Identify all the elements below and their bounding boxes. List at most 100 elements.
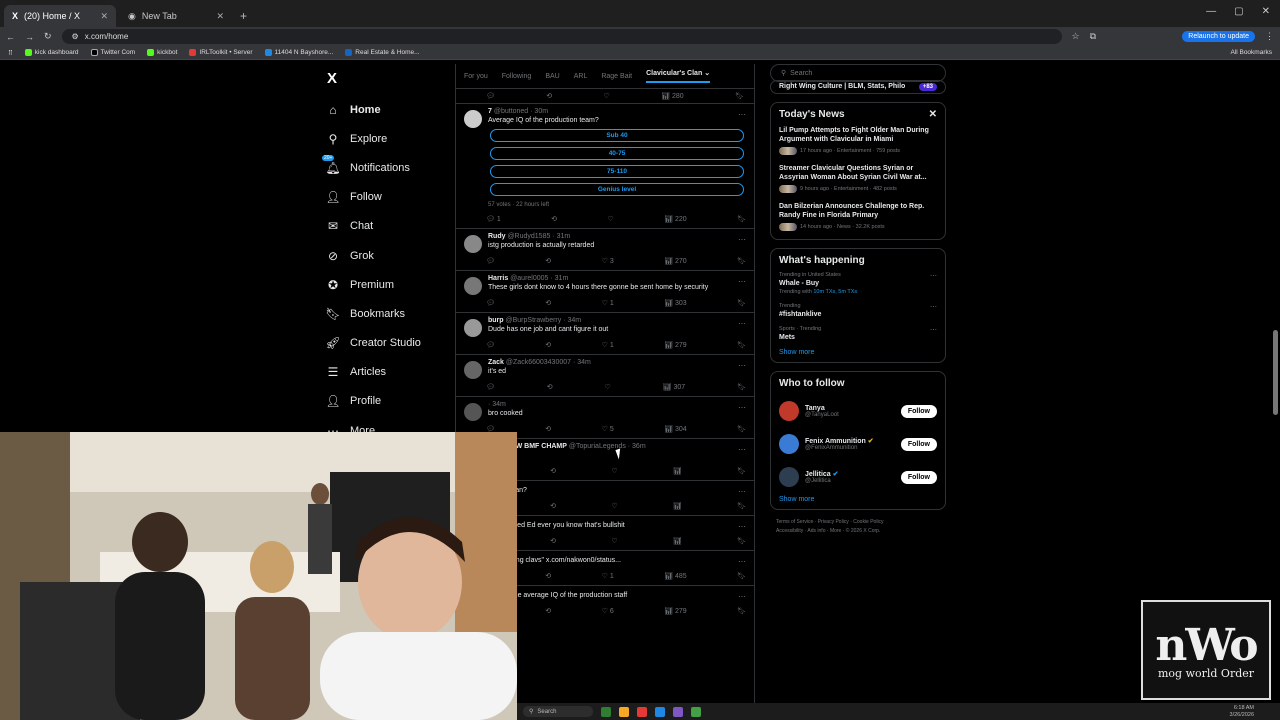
- views-count[interactable]: 📊︎ 303: [664, 299, 687, 307]
- trend-item[interactable]: Trending #fishtanklive ⋯: [779, 303, 937, 318]
- views-count[interactable]: 📊︎: [673, 467, 682, 475]
- more-icon[interactable]: ⋯: [738, 235, 746, 244]
- sidebar-item-grok[interactable]: ⊘ Grok: [320, 241, 450, 270]
- avatar[interactable]: [464, 235, 482, 253]
- tab-clavicular-clan[interactable]: Clavicular's Clan ⌄: [646, 69, 711, 83]
- bookmark-item[interactable]: kickbot: [147, 48, 177, 56]
- bookmark-icon[interactable]: 🔖︎: [737, 467, 746, 475]
- author-handle[interactable]: @Rudyd1585 · 31m: [507, 233, 570, 240]
- footer-link[interactable]: Terms of Service: [776, 519, 813, 525]
- bookmark-item[interactable]: Real Estate & Home...: [345, 48, 420, 56]
- sidebar-item-chat[interactable]: ✉ Chat: [320, 212, 450, 241]
- apps-icon[interactable]: ⠿: [8, 49, 13, 57]
- close-tab-icon[interactable]: ✕: [216, 11, 224, 22]
- more-icon[interactable]: ⋯: [738, 319, 746, 328]
- more-icon[interactable]: ⋯: [738, 277, 746, 286]
- follow-suggestion[interactable]: Jellitica ✔ @Jellitica Follow: [779, 461, 937, 494]
- author-name[interactable]: burp: [488, 317, 504, 324]
- like-icon[interactable]: ♡ 3: [602, 257, 614, 265]
- x-logo[interactable]: X: [327, 70, 450, 87]
- tweet[interactable]: ⋯ burp @BurpStrawberry · 34m Dude has one …: [456, 312, 754, 354]
- author-handle[interactable]: @aurel0005 · 31m: [510, 275, 568, 282]
- views-count[interactable]: 📊︎ 304: [664, 425, 687, 433]
- maximize-icon[interactable]: ▢: [1234, 6, 1243, 17]
- forward-icon[interactable]: →: [25, 32, 34, 42]
- like-icon[interactable]: ♡ 1: [602, 341, 614, 349]
- footer-link[interactable]: Privacy Policy: [818, 519, 849, 525]
- sidebar-item-profile[interactable]: 👤︎ Profile: [320, 387, 450, 416]
- views-count[interactable]: 📊︎ 279: [664, 607, 687, 615]
- sidebar-item-home[interactable]: ⌂ Home: [320, 95, 450, 124]
- sidebar-item-premium[interactable]: ✪ Premium: [320, 270, 450, 299]
- more-icon[interactable]: ⋯: [738, 403, 746, 412]
- avatar[interactable]: [779, 467, 799, 488]
- browser-tab-x-home[interactable]: X (20) Home / X ✕: [4, 5, 116, 27]
- show-more-link[interactable]: Show more: [779, 349, 937, 356]
- reply-icon[interactable]: 💬︎: [486, 383, 495, 391]
- tab-rage-bait[interactable]: Rage Bait: [601, 73, 632, 80]
- more-icon[interactable]: ⋯: [738, 557, 746, 566]
- avatar[interactable]: [464, 361, 482, 379]
- author-name[interactable]: Zack: [488, 359, 504, 366]
- system-clock[interactable]: 6:18 AM 3/26/2026: [1230, 705, 1280, 718]
- tab-following[interactable]: Following: [502, 73, 532, 80]
- bookmark-icon[interactable]: 🔖︎: [737, 537, 746, 545]
- show-more-link[interactable]: Show more: [779, 496, 937, 503]
- follow-button[interactable]: Follow: [900, 437, 937, 451]
- bookmark-icon[interactable]: 🔖︎: [737, 607, 746, 615]
- sidebar-item-articles[interactable]: ☰ Articles: [320, 358, 450, 387]
- menu-icon[interactable]: ⋮: [1265, 31, 1274, 42]
- follow-button[interactable]: Follow: [900, 404, 937, 418]
- close-tab-icon[interactable]: ✕: [100, 11, 108, 22]
- sidebar-item-follow[interactable]: 👤︎ Follow: [320, 183, 450, 212]
- browser-tab-new-tab[interactable]: ◉ New Tab ✕: [120, 5, 232, 27]
- bookmark-item[interactable]: kick dashboard: [24, 48, 79, 56]
- reply-icon[interactable]: 💬︎: [486, 257, 495, 265]
- bookmark-icon[interactable]: 🔖︎: [737, 257, 746, 265]
- avatar[interactable]: [464, 319, 482, 337]
- trend-item[interactable]: Trending in United States Whale - Buy Tren…: [779, 272, 937, 295]
- like-icon[interactable]: ♡ 5: [602, 425, 614, 433]
- news-item[interactable]: Lil Pump Attempts to Fight Older Man Dur…: [779, 126, 937, 155]
- views-count[interactable]: 📊︎ 270: [664, 257, 687, 265]
- tweet[interactable]: ⋯ Harris @aurel0005 · 31m These girls dont…: [456, 270, 754, 312]
- more-icon[interactable]: ⋯: [738, 592, 746, 601]
- footer-link[interactable]: Accessibility: [776, 528, 803, 534]
- avatar[interactable]: [464, 403, 482, 421]
- star-icon[interactable]: ☆: [1072, 31, 1080, 42]
- more-icon[interactable]: ⋯: [930, 326, 937, 334]
- avatar[interactable]: [464, 110, 482, 128]
- author-handle[interactable]: @BurpStrawberry · 34m: [506, 317, 582, 324]
- retweet-icon[interactable]: ⟲: [545, 607, 551, 615]
- footer-link[interactable]: Cookie Policy: [853, 519, 883, 525]
- avatar[interactable]: [464, 277, 482, 295]
- bookmark-icon[interactable]: 🔖︎: [737, 425, 746, 433]
- like-icon[interactable]: ♡: [605, 383, 611, 391]
- more-icon[interactable]: ⋯: [930, 272, 937, 280]
- tab-arl[interactable]: ARL: [574, 73, 588, 80]
- bookmark-item[interactable]: Twitter Com: [90, 48, 135, 56]
- views-count[interactable]: 📊︎ 307: [663, 383, 686, 391]
- close-window-icon[interactable]: ✕: [1262, 6, 1270, 17]
- taskbar-search[interactable]: ⚲ Search: [523, 706, 593, 717]
- reply-icon[interactable]: 💬︎: [486, 92, 495, 100]
- follow-suggestion[interactable]: Fenix Ammunition ✔ @FenixAmmunition Follow: [779, 428, 937, 461]
- avatar[interactable]: [779, 401, 799, 422]
- premium-panel[interactable]: Right Wing Culture | BLM, Stats, Philo +8…: [770, 80, 946, 94]
- reload-icon[interactable]: ↻: [44, 31, 52, 42]
- like-icon[interactable]: ♡: [604, 92, 610, 100]
- like-icon[interactable]: ♡ 1: [602, 572, 614, 580]
- more-icon[interactable]: ⋯: [930, 303, 937, 311]
- retweet-icon[interactable]: ⟲: [550, 537, 556, 545]
- tab-bau[interactable]: BAU: [545, 73, 559, 80]
- views-count[interactable]: 📊︎ 279: [664, 341, 687, 349]
- bookmark-icon[interactable]: 🔖︎: [737, 383, 746, 391]
- bookmark-icon[interactable]: 🔖︎: [737, 299, 746, 307]
- retweet-icon[interactable]: ⟲: [545, 341, 551, 349]
- extensions-icon[interactable]: ⧉: [1090, 31, 1096, 42]
- like-icon[interactable]: ♡: [611, 502, 617, 510]
- bookmark-item[interactable]: IRLToolkit • Server: [189, 48, 253, 56]
- bookmark-icon[interactable]: 🔖︎: [737, 215, 746, 223]
- retweet-icon[interactable]: ⟲: [550, 467, 556, 475]
- bookmark-icon[interactable]: 🔖︎: [737, 341, 746, 349]
